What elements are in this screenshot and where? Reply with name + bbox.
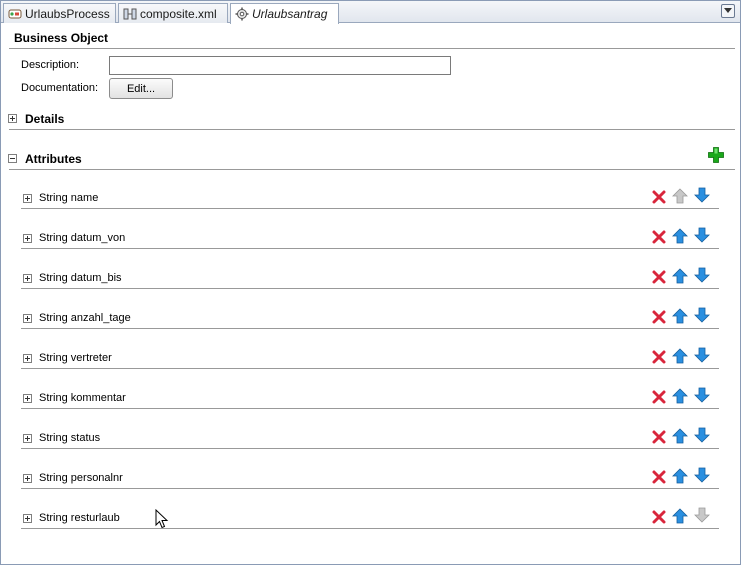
delete-icon[interactable] xyxy=(651,309,667,325)
divider xyxy=(21,368,719,369)
delete-icon[interactable] xyxy=(651,229,667,245)
tab-label: UrlaubsProcess xyxy=(25,6,110,21)
move-up-icon[interactable] xyxy=(672,508,688,524)
divider xyxy=(9,129,735,130)
attribute-expand-toggle[interactable] xyxy=(23,274,32,283)
editor-window: UrlaubsProcess composite.xml Urlaubsantr… xyxy=(0,0,741,565)
add-icon[interactable] xyxy=(708,147,724,163)
business-object-icon xyxy=(235,7,249,21)
attribute-label: String status xyxy=(39,432,101,444)
move-down-icon[interactable] xyxy=(694,387,710,403)
delete-icon[interactable] xyxy=(651,429,667,445)
tab-label: Urlaubsantrag xyxy=(252,7,328,21)
divider xyxy=(21,328,719,329)
move-up-icon[interactable] xyxy=(672,188,688,204)
attribute-row: String kommentar xyxy=(1,379,740,419)
divider xyxy=(21,488,719,489)
move-up-icon[interactable] xyxy=(672,308,688,324)
move-up-icon[interactable] xyxy=(672,468,688,484)
attribute-expand-toggle[interactable] xyxy=(23,394,32,403)
editor-tab-bar: UrlaubsProcess composite.xml Urlaubsantr… xyxy=(1,1,740,24)
attribute-label: String datum_bis xyxy=(39,272,122,284)
move-up-icon[interactable] xyxy=(672,428,688,444)
attribute-row: String datum_von xyxy=(1,219,740,259)
delete-icon[interactable] xyxy=(651,269,667,285)
move-down-icon[interactable] xyxy=(694,187,710,203)
attribute-expand-toggle[interactable] xyxy=(23,514,32,523)
bpmn-process-icon xyxy=(8,7,22,21)
description-input[interactable] xyxy=(109,56,451,75)
attribute-label: String anzahl_tage xyxy=(39,312,131,324)
attribute-label: String datum_von xyxy=(39,232,126,244)
divider xyxy=(21,208,719,209)
attribute-label: String resturlaub xyxy=(39,512,120,524)
attributes-heading: Attributes xyxy=(25,152,82,166)
details-expand-toggle[interactable] xyxy=(8,114,17,123)
attributes-collapse-toggle[interactable] xyxy=(8,154,17,163)
attribute-label: String kommentar xyxy=(39,392,126,404)
move-down-icon[interactable] xyxy=(694,307,710,323)
attribute-expand-toggle[interactable] xyxy=(23,234,32,243)
move-down-icon[interactable] xyxy=(694,267,710,283)
move-up-icon[interactable] xyxy=(672,388,688,404)
divider xyxy=(21,288,719,289)
move-up-icon[interactable] xyxy=(672,348,688,364)
attribute-label: String personalnr xyxy=(39,472,123,484)
tab-composite-xml[interactable]: composite.xml xyxy=(118,3,228,23)
attribute-expand-toggle[interactable] xyxy=(23,314,32,323)
attribute-row: String vertreter xyxy=(1,339,740,379)
delete-icon[interactable] xyxy=(651,389,667,405)
divider xyxy=(9,169,735,170)
attribute-expand-toggle[interactable] xyxy=(23,194,32,203)
attribute-row: String anzahl_tage xyxy=(1,299,740,339)
delete-icon[interactable] xyxy=(651,469,667,485)
edit-documentation-button[interactable]: Edit... xyxy=(109,78,173,99)
attribute-row: String status xyxy=(1,419,740,459)
divider xyxy=(21,528,719,529)
attribute-label: String vertreter xyxy=(39,352,112,364)
composite-icon xyxy=(123,7,137,21)
move-up-icon[interactable] xyxy=(672,268,688,284)
chevron-down-icon xyxy=(724,8,732,13)
attribute-label: String name xyxy=(39,192,99,204)
move-down-icon[interactable] xyxy=(694,467,710,483)
mouse-cursor-icon xyxy=(155,509,169,529)
divider xyxy=(21,448,719,449)
divider xyxy=(9,48,735,49)
attribute-expand-toggle[interactable] xyxy=(23,354,32,363)
move-down-icon[interactable] xyxy=(694,507,710,523)
delete-icon[interactable] xyxy=(651,509,667,525)
delete-icon[interactable] xyxy=(651,349,667,365)
attribute-row: String name xyxy=(1,179,740,219)
description-label: Description: xyxy=(21,59,80,71)
details-heading: Details xyxy=(25,112,65,126)
divider xyxy=(21,408,719,409)
attribute-row: String personalnr xyxy=(1,459,740,499)
attribute-row: String datum_bis xyxy=(1,259,740,299)
tab-list-dropdown[interactable] xyxy=(721,4,735,18)
tab-urlaubsprocess[interactable]: UrlaubsProcess xyxy=(3,3,116,23)
documentation-label: Documentation: xyxy=(21,82,99,94)
move-down-icon[interactable] xyxy=(694,227,710,243)
tab-label: composite.xml xyxy=(140,6,217,21)
attribute-expand-toggle[interactable] xyxy=(23,474,32,483)
move-down-icon[interactable] xyxy=(694,427,710,443)
attribute-expand-toggle[interactable] xyxy=(23,434,32,443)
delete-icon[interactable] xyxy=(651,189,667,205)
business-object-heading: Business Object xyxy=(14,31,109,45)
attribute-row: String resturlaub xyxy=(1,499,740,539)
tab-urlaubsantrag[interactable]: Urlaubsantrag xyxy=(230,3,339,24)
business-object-editor: Business Object Description: Documentati… xyxy=(1,23,740,564)
divider xyxy=(21,248,719,249)
move-down-icon[interactable] xyxy=(694,347,710,363)
move-up-icon[interactable] xyxy=(672,228,688,244)
